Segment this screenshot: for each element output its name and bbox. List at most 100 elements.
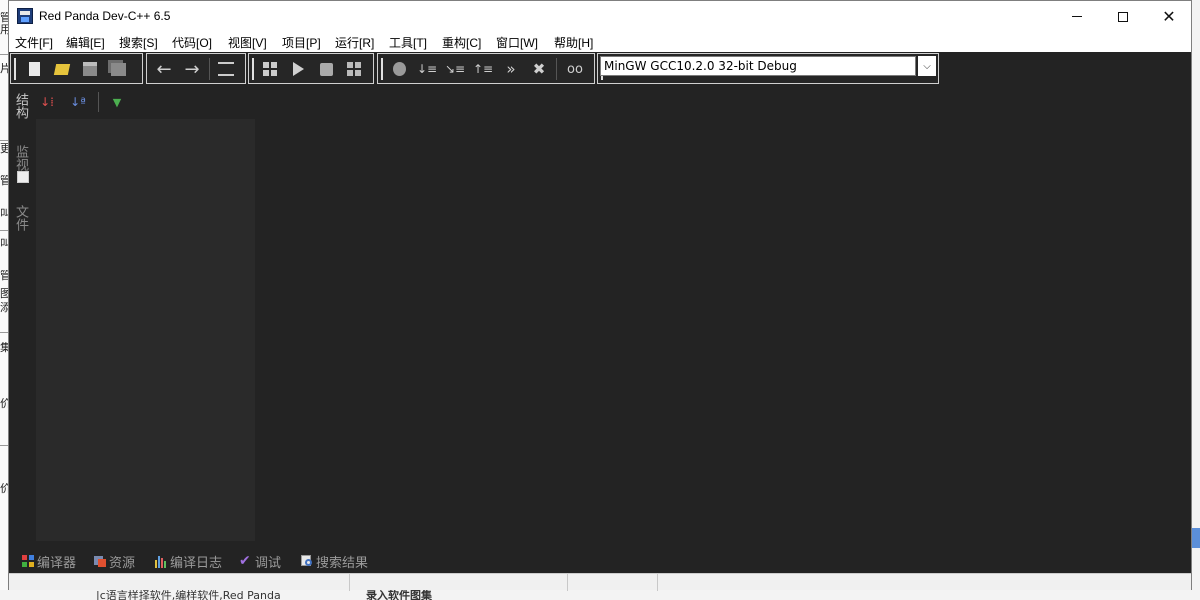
menu-help[interactable]: 帮助[H] xyxy=(554,34,593,51)
menu-edit[interactable]: 编辑[E] xyxy=(66,34,105,51)
chevron-down-icon[interactable]: ⌵ xyxy=(918,56,936,76)
stop-button[interactable] xyxy=(315,59,337,79)
arrow-left-icon: ← xyxy=(156,58,172,80)
arrow-right-icon: → xyxy=(184,58,200,80)
sort-alpha-icon: ↓ª xyxy=(70,95,86,109)
step-over-button[interactable]: ↓≡ xyxy=(416,59,438,79)
menu-file[interactable]: 文件[F] xyxy=(15,34,53,51)
fast-forward-icon: » xyxy=(506,60,516,78)
toolbar-grip[interactable] xyxy=(381,58,383,80)
tab-compile-log[interactable]: 编译日志 xyxy=(154,553,222,571)
resources-icon xyxy=(93,554,107,568)
reformat-button[interactable] xyxy=(215,59,237,79)
continue-button[interactable]: » xyxy=(500,59,522,79)
panel-toolbar-separator xyxy=(98,92,99,112)
step-out-button[interactable]: ↑≡ xyxy=(472,59,494,79)
menu-view[interactable]: 视图[V] xyxy=(228,34,267,51)
stop-debug-button[interactable]: ✖ xyxy=(528,59,550,79)
tab-debug-label: 调试 xyxy=(255,555,282,571)
title-bar[interactable]: Red Panda Dev-C++ 6.5 ✕ xyxy=(9,1,1191,32)
sort-type-icon: ↓⁞ xyxy=(40,95,54,109)
menu-code[interactable]: 代码[O] xyxy=(172,34,212,51)
step-into-icon: ↘≡ xyxy=(444,62,466,76)
status-cell xyxy=(9,574,350,591)
structure-tree[interactable] xyxy=(36,119,255,541)
step-over-icon: ↓≡ xyxy=(416,62,438,76)
tab-resources[interactable]: 资源 xyxy=(93,553,136,571)
maximize-button[interactable] xyxy=(1100,1,1146,32)
tab-search-results-label: 搜索结果 xyxy=(316,555,369,571)
compile-run-button[interactable] xyxy=(343,59,365,79)
compiler-icon xyxy=(21,554,35,568)
background-bottom-right-text: 录入软件图集 xyxy=(366,590,432,600)
toolbar-grip[interactable] xyxy=(14,58,16,80)
tab-compiler[interactable]: 编译器 xyxy=(21,553,77,571)
toolbar-separator xyxy=(209,58,210,80)
stop-debug-icon: ✖ xyxy=(532,60,546,78)
sort-alpha-button[interactable]: ↓ª xyxy=(68,92,88,112)
add-watch-button[interactable]: oo xyxy=(564,59,586,79)
toolbar-area: ← → ↓≡ ↘≡ ↑≡ » ✖ oo MinGW GCC10.2.0 32-b… xyxy=(9,52,1191,85)
hierarchy-icon: ▼ xyxy=(112,95,122,109)
forward-button[interactable]: → xyxy=(181,58,203,80)
glasses-icon: oo xyxy=(567,61,583,77)
compile-button[interactable] xyxy=(259,59,281,79)
minimize-icon xyxy=(1072,16,1082,17)
background-accent-bar xyxy=(1191,528,1200,548)
new-file-icon xyxy=(28,62,40,76)
status-cell xyxy=(568,574,658,591)
search-icon xyxy=(300,554,314,568)
open-file-button[interactable] xyxy=(51,59,73,79)
step-out-icon: ↑≡ xyxy=(472,62,494,76)
app-icon xyxy=(17,8,33,24)
ide-window: Red Panda Dev-C++ 6.5 ✕ 文件[F] 编辑[E] 搜索[S… xyxy=(8,0,1192,591)
play-icon xyxy=(292,62,304,76)
status-cell xyxy=(350,574,568,591)
minimize-button[interactable] xyxy=(1054,1,1100,32)
tab-search-results[interactable]: 搜索结果 xyxy=(300,553,369,571)
menu-tools[interactable]: 工具[T] xyxy=(389,34,427,51)
new-file-button[interactable] xyxy=(23,59,45,79)
background-bottom-left-text: |c语言样择软件,编样软件,Red Panda xyxy=(96,590,281,600)
toolbar-grip[interactable] xyxy=(252,58,254,80)
toolbar-run-group xyxy=(248,53,374,84)
window-title: Red Panda Dev-C++ 6.5 xyxy=(39,9,171,23)
close-icon: ✕ xyxy=(1162,7,1176,26)
editor-area[interactable] xyxy=(255,87,1191,547)
compiler-select[interactable]: MinGW GCC10.2.0 32-bit Debug xyxy=(600,56,916,76)
toolbar-nav-group: ← → xyxy=(146,53,246,84)
tab-compiler-label: 编译器 xyxy=(37,555,77,571)
tab-resources-label: 资源 xyxy=(109,555,136,571)
save-all-button[interactable] xyxy=(107,59,129,79)
menu-run[interactable]: 运行[R] xyxy=(335,34,374,51)
toolbar-separator xyxy=(556,58,557,80)
reformat-icon xyxy=(218,62,234,76)
left-dock-tabs: 结构 监视 文件 xyxy=(9,87,35,547)
save-button[interactable] xyxy=(79,59,101,79)
menu-project[interactable]: 项目[P] xyxy=(282,34,321,51)
run-button[interactable] xyxy=(287,59,309,79)
tab-files[interactable]: 文件 xyxy=(13,205,30,231)
tab-debug[interactable]: ✔ 调试 xyxy=(239,553,282,571)
tab-monitor[interactable]: 监视 xyxy=(13,145,30,171)
step-into-button[interactable]: ↘≡ xyxy=(444,59,466,79)
sort-by-type-button[interactable]: ↓⁞ xyxy=(37,92,57,112)
bottom-panel-tabs: 编译器 资源 编译日志 ✔ 调试 搜索结果 xyxy=(9,549,1191,573)
maximize-icon xyxy=(1118,11,1128,22)
folder-open-icon xyxy=(53,63,71,75)
debug-button[interactable] xyxy=(388,59,410,79)
bar-chart-icon xyxy=(154,554,168,568)
menu-search[interactable]: 搜索[S] xyxy=(119,34,158,51)
menu-refactor[interactable]: 重构[C] xyxy=(442,34,481,51)
save-all-icon xyxy=(110,62,126,76)
monitor-icon xyxy=(17,171,29,183)
status-bar xyxy=(9,573,1191,591)
back-button[interactable]: ← xyxy=(153,58,175,80)
compile-icon xyxy=(263,62,277,76)
close-button[interactable]: ✕ xyxy=(1146,1,1192,32)
menu-window[interactable]: 窗口[W] xyxy=(496,34,538,51)
show-inherited-button[interactable]: ▼ xyxy=(107,92,127,112)
checkmark-icon: ✔ xyxy=(239,553,251,569)
tab-structure[interactable]: 结构 xyxy=(13,93,30,119)
bug-icon xyxy=(392,62,406,76)
